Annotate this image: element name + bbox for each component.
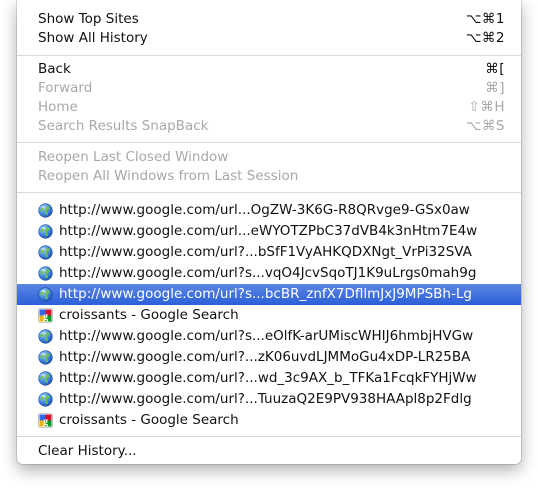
svg-text:g: g xyxy=(43,417,48,428)
menu-item-label: Reopen Last Closed Window xyxy=(38,149,229,165)
history-item-label: http://www.google.com/url?...TuuzaQ2E9PV… xyxy=(59,391,472,407)
menu-item-search-results-snapback: Search Results SnapBack ⌥⌘S xyxy=(17,116,521,137)
menu-item-label: Show All History xyxy=(38,30,148,46)
keyboard-shortcut: ⌥⌘1 xyxy=(465,11,505,27)
globe-icon xyxy=(38,266,53,281)
google-favicon-icon: g xyxy=(38,413,53,428)
menu-item-label: Search Results SnapBack xyxy=(38,118,209,134)
history-item[interactable]: http://www.google.com/url?...wd_3c9AX_b_… xyxy=(17,368,521,389)
history-item-label: croissants - Google Search xyxy=(59,412,239,428)
menu-item-label: Show Top Sites xyxy=(38,11,139,27)
menu-item-reopen-all-windows: Reopen All Windows from Last Session xyxy=(17,166,521,187)
history-item[interactable]: http://www.google.com/url?...zK06uvdLJMM… xyxy=(17,347,521,368)
history-item[interactable]: g croissants - Google Search xyxy=(17,305,521,326)
menu-item-label: Clear History... xyxy=(38,443,137,459)
menu-item-show-top-sites[interactable]: Show Top Sites ⌥⌘1 xyxy=(17,9,521,30)
globe-icon xyxy=(38,371,53,386)
menu-item-label: Reopen All Windows from Last Session xyxy=(38,168,299,184)
history-item[interactable]: http://www.google.com/url?...TuuzaQ2E9PV… xyxy=(17,389,521,410)
history-item[interactable]: http://www.google.com/url?s...bcBR_znfX7… xyxy=(17,284,521,305)
globe-icon xyxy=(38,392,53,407)
history-menu: Show Top Sites ⌥⌘1 Show All History ⌥⌘2 … xyxy=(17,0,521,464)
menu-item-clear-history[interactable]: Clear History... xyxy=(17,441,521,462)
keyboard-shortcut: ⌘[ xyxy=(485,61,505,77)
menu-separator xyxy=(17,192,521,193)
menu-item-back[interactable]: Back ⌘[ xyxy=(17,59,521,80)
keyboard-shortcut: ⇧⌘H xyxy=(468,99,505,115)
history-item-label: http://www.google.com/url...eWYOTZPbC37d… xyxy=(59,223,478,239)
globe-icon xyxy=(38,245,53,260)
history-item[interactable]: http://www.google.com/url?...bSfF1VyAHKQ… xyxy=(17,242,521,263)
menu-separator xyxy=(17,436,521,437)
history-item-label: http://www.google.com/url?s...vqO4JcvSqo… xyxy=(59,265,477,281)
menu-item-show-all-history[interactable]: Show All History ⌥⌘2 xyxy=(17,28,521,49)
history-item[interactable]: http://www.google.com/url...eWYOTZPbC37d… xyxy=(17,221,521,242)
menu-item-home: Home ⇧⌘H xyxy=(17,97,521,118)
history-item-label: http://www.google.com/url?s...bcBR_znfX7… xyxy=(59,286,472,302)
keyboard-shortcut: ⌘] xyxy=(485,80,505,96)
keyboard-shortcut: ⌥⌘2 xyxy=(465,30,505,46)
menu-item-reopen-last-closed-window: Reopen Last Closed Window xyxy=(17,147,521,168)
history-item-label: http://www.google.com/url?s...eOlfK-arUM… xyxy=(59,328,474,344)
menu-separator xyxy=(17,55,521,56)
globe-icon xyxy=(38,329,53,344)
history-item-label: http://www.google.com/url?...bSfF1VyAHKQ… xyxy=(59,244,472,260)
globe-icon xyxy=(38,350,53,365)
history-item-label: http://www.google.com/url?...wd_3c9AX_b_… xyxy=(59,370,477,386)
menu-item-forward: Forward ⌘] xyxy=(17,78,521,99)
menu-item-label: Back xyxy=(38,61,71,77)
menu-item-label: Forward xyxy=(38,80,93,96)
globe-icon xyxy=(38,203,53,218)
history-item-label: croissants - Google Search xyxy=(59,307,239,323)
history-item[interactable]: http://www.google.com/url?s...vqO4JcvSqo… xyxy=(17,263,521,284)
keyboard-shortcut: ⌥⌘S xyxy=(465,118,505,134)
globe-icon xyxy=(38,287,53,302)
globe-icon xyxy=(38,224,53,239)
google-favicon-icon: g xyxy=(38,308,53,323)
menu-separator xyxy=(17,142,521,143)
history-item[interactable]: g croissants - Google Search xyxy=(17,410,521,431)
history-item-label: http://www.google.com/url...OgZW-3K6G-R8… xyxy=(59,202,470,218)
svg-text:g: g xyxy=(43,312,48,323)
history-item[interactable]: http://www.google.com/url?s...eOlfK-arUM… xyxy=(17,326,521,347)
menu-item-label: Home xyxy=(38,99,78,115)
history-item-label: http://www.google.com/url?...zK06uvdLJMM… xyxy=(59,349,471,365)
history-item[interactable]: http://www.google.com/url...OgZW-3K6G-R8… xyxy=(17,200,521,221)
